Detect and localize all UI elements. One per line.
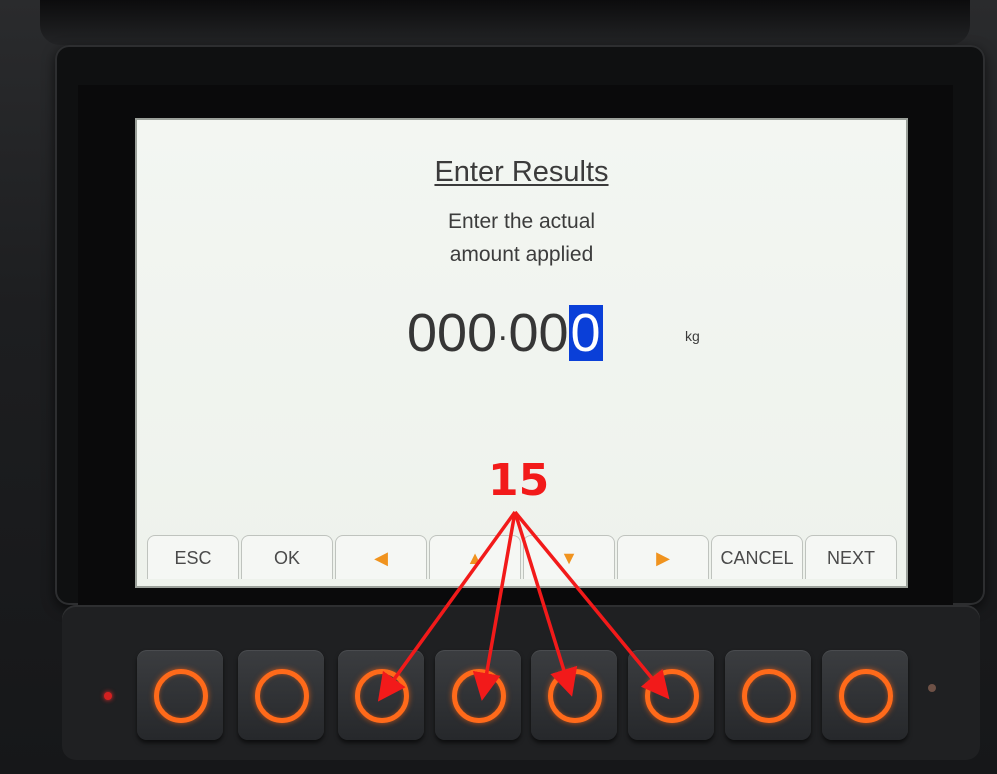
callout-arrow-key-5 (513, 511, 578, 697)
callout-arrow-key-4 (472, 511, 517, 701)
callout-arrow-key-6 (513, 510, 670, 700)
callout-arrows (377, 510, 670, 702)
callout-arrow-key-3 (377, 510, 517, 702)
